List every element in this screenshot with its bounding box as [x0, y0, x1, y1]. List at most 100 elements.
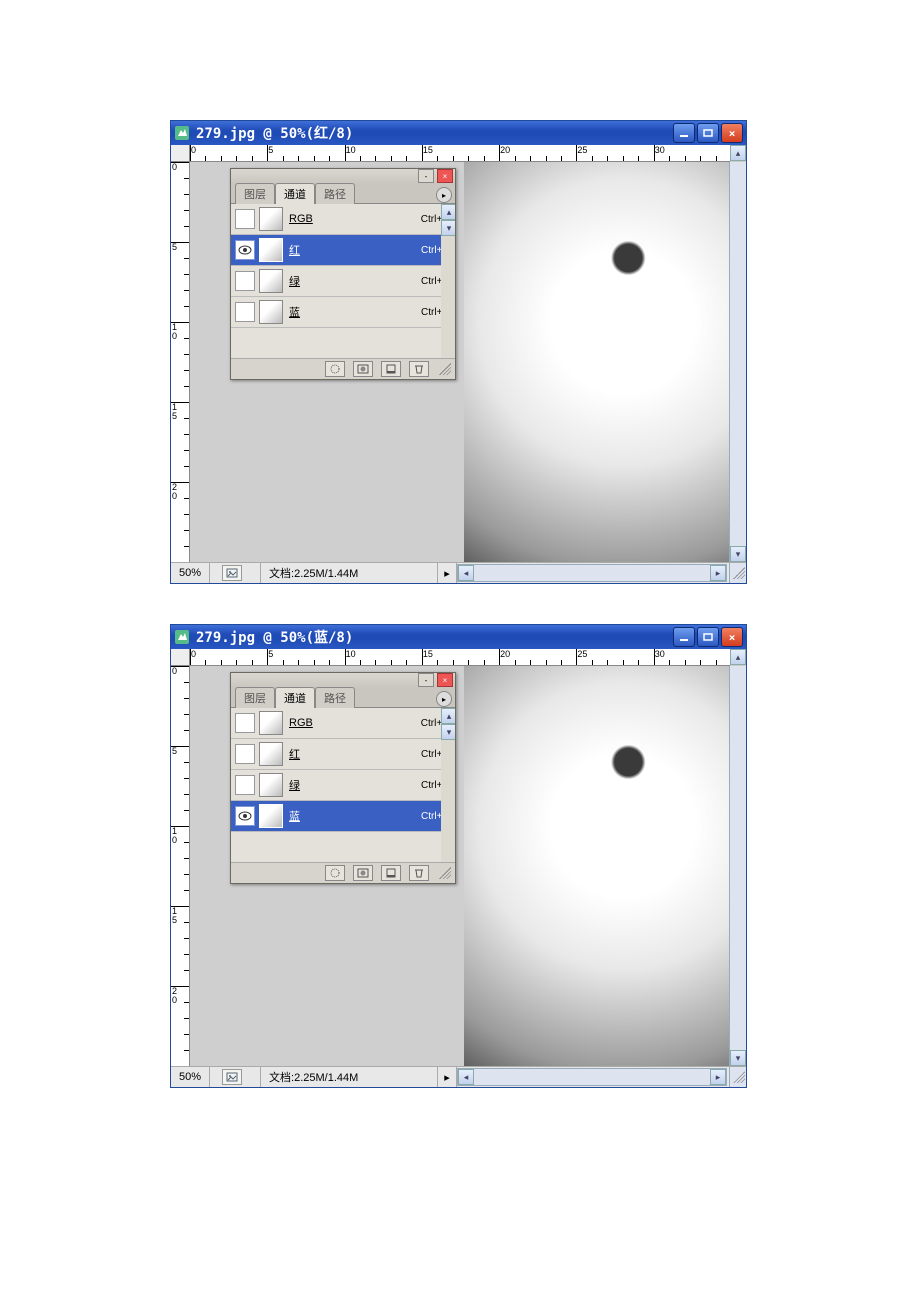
- horizontal-scrollbar[interactable]: ◂▸: [457, 1068, 727, 1086]
- zoom-field[interactable]: 50%: [171, 1067, 210, 1087]
- vertical-scrollbar[interactable]: ▾: [729, 162, 746, 562]
- scroll-right-icon[interactable]: ▸: [710, 565, 726, 581]
- zoom-value: 50%: [179, 567, 201, 579]
- channel-row[interactable]: 绿Ctrl+2: [231, 266, 455, 297]
- resize-grip[interactable]: [729, 1067, 746, 1087]
- scroll-down-icon[interactable]: ▾: [730, 546, 746, 562]
- ruler-vertical[interactable]: 0510152025: [171, 666, 190, 1066]
- channel-thumbnail: [259, 711, 283, 735]
- panel-tab[interactable]: 图层: [235, 183, 275, 204]
- visibility-toggle[interactable]: [235, 806, 255, 826]
- visibility-toggle[interactable]: [235, 302, 255, 322]
- ruler-horizontal[interactable]: 05101520253035: [190, 649, 730, 666]
- scroll-left-icon[interactable]: ◂: [458, 1069, 474, 1085]
- vertical-scrollbar[interactable]: ▾: [729, 666, 746, 1066]
- doc-info-button[interactable]: [210, 563, 261, 583]
- panel-close-button[interactable]: ×: [437, 169, 453, 183]
- channel-row[interactable]: 蓝Ctrl+3: [231, 297, 455, 328]
- load-selection-icon[interactable]: [325, 865, 345, 881]
- panel-menu-button[interactable]: ▸: [436, 187, 452, 203]
- minimize-button[interactable]: [673, 123, 695, 143]
- scroll-down-icon[interactable]: ▾: [441, 724, 455, 740]
- minimize-button[interactable]: [673, 627, 695, 647]
- visibility-toggle[interactable]: [235, 713, 255, 733]
- visibility-toggle[interactable]: [235, 775, 255, 795]
- new-channel-icon[interactable]: [381, 361, 401, 377]
- new-channel-icon[interactable]: [381, 865, 401, 881]
- doc-info-icon: [222, 565, 242, 581]
- resize-grip[interactable]: [729, 563, 746, 583]
- panel-minimize-button[interactable]: -: [418, 169, 434, 183]
- save-selection-icon[interactable]: [353, 361, 373, 377]
- channel-row[interactable]: 红Ctrl+1: [231, 739, 455, 770]
- channel-row[interactable]: 红Ctrl+1: [231, 235, 455, 266]
- panel-tab[interactable]: 通道: [275, 183, 315, 204]
- window-title: 279.jpg @ 50%(红/8): [196, 123, 673, 143]
- horizontal-scrollbar[interactable]: ◂▸: [457, 564, 727, 582]
- ruler-origin[interactable]: [171, 649, 190, 666]
- save-selection-icon[interactable]: [353, 865, 373, 881]
- panel-close-button[interactable]: ×: [437, 673, 453, 687]
- panel-tab[interactable]: 通道: [275, 687, 315, 708]
- tab-label: 图层: [244, 693, 266, 705]
- ruler-vertical[interactable]: 0510152025: [171, 162, 190, 562]
- channel-row[interactable]: 蓝Ctrl+3: [231, 801, 455, 832]
- scroll-right-icon[interactable]: ▸: [710, 1069, 726, 1085]
- panel-scrollbar[interactable]: ▴▾: [441, 708, 455, 862]
- visibility-toggle[interactable]: [235, 271, 255, 291]
- panel-scrollbar[interactable]: ▴▾: [441, 204, 455, 358]
- tab-label: 通道: [284, 693, 306, 705]
- panel-resize-grip[interactable]: [439, 363, 451, 375]
- doc-size-label: 文档:2.25M/1.44M: [261, 563, 438, 583]
- close-button[interactable]: ×: [721, 627, 743, 647]
- visibility-toggle[interactable]: [235, 209, 255, 229]
- doc-info-button[interactable]: [210, 1067, 261, 1087]
- close-button[interactable]: ×: [721, 123, 743, 143]
- panel-titlebar[interactable]: -×: [231, 673, 455, 687]
- zoom-field[interactable]: 50%: [171, 563, 210, 583]
- eye-icon: [238, 811, 252, 821]
- scroll-down-icon[interactable]: ▾: [730, 1050, 746, 1066]
- channel-thumbnail: [259, 742, 283, 766]
- maximize-button[interactable]: [697, 123, 719, 143]
- ruler-origin[interactable]: [171, 145, 190, 162]
- channel-row[interactable]: 绿Ctrl+2: [231, 770, 455, 801]
- channel-row[interactable]: RGBCtrl+~: [231, 708, 455, 739]
- canvas[interactable]: -×图层通道路径▸RGBCtrl+~红Ctrl+1绿Ctrl+2蓝Ctrl+3▴…: [190, 162, 729, 562]
- channel-thumbnail: [259, 238, 283, 262]
- panel-resize-grip[interactable]: [439, 867, 451, 879]
- maximize-button[interactable]: [697, 627, 719, 647]
- scroll-up-icon[interactable]: ▴: [441, 204, 455, 220]
- panel-menu-button[interactable]: ▸: [436, 691, 452, 707]
- doc-size-label: 文档:2.25M/1.44M: [261, 1067, 438, 1087]
- panel-minimize-button[interactable]: -: [418, 673, 434, 687]
- panel-footer: [231, 862, 455, 883]
- window-titlebar[interactable]: 279.jpg @ 50%(蓝/8)×: [171, 625, 746, 649]
- canvas[interactable]: -×图层通道路径▸RGBCtrl+~红Ctrl+1绿Ctrl+2蓝Ctrl+3▴…: [190, 666, 729, 1066]
- scroll-down-icon[interactable]: ▾: [441, 220, 455, 236]
- channel-name: 蓝: [289, 808, 300, 824]
- scroll-up-icon[interactable]: ▴: [441, 708, 455, 724]
- window-titlebar[interactable]: 279.jpg @ 50%(红/8) ×: [171, 121, 746, 145]
- scroll-up-icon[interactable]: ▴: [730, 649, 746, 665]
- panel-titlebar[interactable]: -×: [231, 169, 455, 183]
- eye-icon: [238, 245, 252, 255]
- scroll-up-icon[interactable]: ▴: [730, 145, 746, 161]
- trash-icon[interactable]: [409, 361, 429, 377]
- trash-icon[interactable]: [409, 865, 429, 881]
- panel-tab[interactable]: 路径: [315, 687, 355, 708]
- ruler-horizontal[interactable]: 05101520253035: [190, 145, 730, 162]
- status-bar: 50%文档:2.25M/1.44M▸◂▸: [171, 562, 746, 583]
- doc-info-icon: [222, 1069, 242, 1085]
- visibility-toggle[interactable]: [235, 744, 255, 764]
- scroll-left-icon[interactable]: ◂: [458, 565, 474, 581]
- channel-row[interactable]: RGBCtrl+~: [231, 204, 455, 235]
- panel-tab[interactable]: 路径: [315, 183, 355, 204]
- panel-tab[interactable]: 图层: [235, 687, 275, 708]
- load-selection-icon[interactable]: [325, 361, 345, 377]
- visibility-toggle[interactable]: [235, 240, 255, 260]
- doc-info-menu[interactable]: ▸: [438, 1067, 457, 1087]
- image-content: [464, 162, 729, 562]
- doc-info-menu[interactable]: ▸: [438, 563, 457, 583]
- document-icon: [174, 629, 190, 645]
